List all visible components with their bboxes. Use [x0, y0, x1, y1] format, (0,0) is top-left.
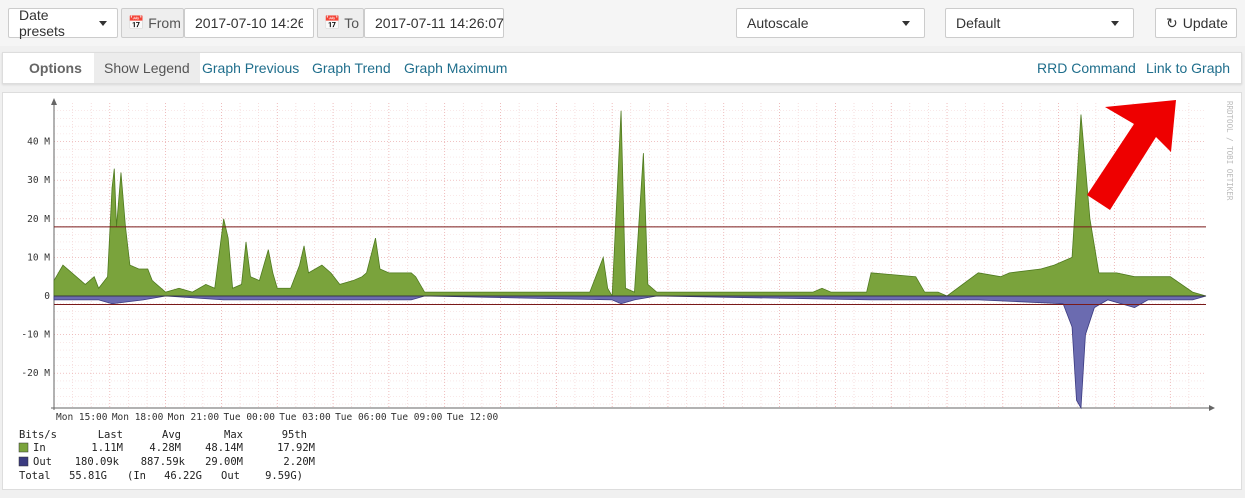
legend-out-95th: 2.20M: [283, 456, 315, 468]
legend-header-max: Max: [224, 429, 243, 441]
rrd-command-link[interactable]: RRD Command: [1027, 53, 1146, 83]
y-tick-label: 0: [44, 291, 50, 302]
scale-select[interactable]: Autoscale: [736, 8, 925, 38]
template-select[interactable]: Default: [945, 8, 1134, 38]
date-presets-label: Date presets: [19, 7, 65, 39]
to-date-value: 2017-07-11 14:26:07: [375, 15, 504, 31]
y-tick-label: 20 M: [27, 214, 50, 225]
to-date-input[interactable]: 2017-07-11 14:26:07: [364, 8, 504, 38]
chevron-down-icon: [1111, 21, 1119, 26]
chevron-down-icon: [99, 20, 107, 26]
from-addon: 📅 From: [121, 8, 184, 38]
x-tick-label: Mon 21:00: [168, 412, 220, 423]
top-toolbar: Date presets 📅From 2017-07-10 14:26:0 📅T…: [0, 0, 1245, 46]
legend-in-avg: 4.28M: [149, 442, 181, 454]
x-tick-label: Tue 06:00: [335, 412, 387, 423]
y-axis-arrow: [51, 98, 57, 105]
calendar-icon: 📅: [128, 15, 145, 30]
graph-areas: [53, 110, 1207, 410]
x-tick-label: Tue 12:00: [447, 412, 499, 423]
update-label: Update: [1182, 15, 1228, 31]
x-tick-label: Tue 00:00: [223, 412, 275, 423]
legend-total-in-value: 46.22G: [164, 470, 202, 482]
legend-header-last: Last: [98, 429, 123, 441]
y-tick-label: -10 M: [21, 330, 50, 341]
link-to-graph-link[interactable]: Link to Graph: [1136, 53, 1240, 83]
y-tick-label: 40 M: [27, 137, 50, 148]
legend-total-out-label: Out: [221, 470, 240, 482]
legend-header-avg: Avg: [162, 429, 181, 441]
legend-in-max: 48.14M: [205, 442, 243, 454]
legend-out-avg: 887.59k: [141, 456, 186, 468]
x-axis-labels: Mon 15:00 Mon 18:00 Mon 21:00 Tue 00:00 Tue …: [56, 412, 498, 423]
y-tick-label: 30 M: [27, 175, 50, 186]
legend-in-95th: 17.92M: [277, 442, 315, 454]
calendar-icon: 📅: [324, 15, 341, 30]
from-date-input[interactable]: 2017-07-10 14:26:0: [184, 8, 314, 38]
y-axis-labels: 40 M 30 M 20 M 10 M 0 -10 M -20 M: [21, 137, 50, 380]
from-label: From: [148, 15, 181, 31]
legend-header-unit: Bits/s: [19, 429, 57, 441]
options-bar: Options Show Legend Graph Previous Graph…: [2, 52, 1242, 84]
series-out-area: [53, 295, 1207, 410]
y-tick-label: -20 M: [21, 368, 50, 379]
legend-swatch-out: [18, 456, 29, 467]
y-tick-label: 10 M: [27, 252, 50, 263]
legend-out-max: 29.00M: [205, 456, 243, 468]
to-addon: 📅 To: [317, 8, 364, 38]
x-tick-label: Tue 03:00: [279, 412, 331, 423]
legend-total-in-label: (In: [127, 470, 146, 482]
from-date-value: 2017-07-10 14:26:0: [195, 15, 303, 31]
x-tick-label: Mon 15:00: [56, 412, 108, 423]
graph-trend-link[interactable]: Graph Trend: [302, 53, 401, 83]
chevron-down-icon: [902, 21, 910, 26]
show-legend-button[interactable]: Show Legend: [94, 53, 200, 83]
graph-panel: 40 M 30 M 20 M 10 M 0 -10 M -20 M Mon 15:00 Mon…: [2, 92, 1242, 490]
legend-in-last: 1.11M: [91, 442, 123, 454]
rrdtool-watermark: RRDTOOL / TOBI OETIKER: [1225, 101, 1234, 201]
legend-out-name: Out: [33, 456, 52, 468]
graph-maximum-link[interactable]: Graph Maximum: [394, 53, 517, 83]
graph-legend: Bits/s Last Avg Max 95th In 1.11M 4.28M …: [18, 429, 315, 482]
annotation-arrow-icon: [1087, 100, 1176, 210]
graph-previous-link[interactable]: Graph Previous: [192, 53, 309, 83]
legend-total-label: Total: [19, 470, 51, 482]
legend-total-out-value: 9.59G): [265, 470, 303, 482]
legend-swatch-in: [18, 442, 29, 453]
x-axis-arrow: [1209, 405, 1215, 411]
options-label: Options: [29, 60, 82, 76]
x-tick-label: Tue 09:00: [391, 412, 443, 423]
scale-select-value: Autoscale: [747, 15, 809, 31]
traffic-graph[interactable]: 40 M30 M20 M10 M0-10 M-20 M Mon 15:00 Mon…: [3, 93, 1241, 489]
update-button[interactable]: ↻ Update: [1155, 8, 1237, 38]
template-select-value: Default: [956, 15, 1001, 31]
date-presets-dropdown[interactable]: Date presets: [8, 7, 118, 39]
legend-in-name: In: [33, 442, 46, 454]
x-tick-label: Mon 18:00: [112, 412, 164, 423]
refresh-icon: ↻: [1166, 14, 1178, 31]
legend-total-value: 55.81G: [69, 470, 107, 482]
legend-header-95th: 95th: [282, 429, 307, 441]
legend-out-last: 180.09k: [75, 456, 120, 468]
to-label: To: [344, 15, 359, 31]
